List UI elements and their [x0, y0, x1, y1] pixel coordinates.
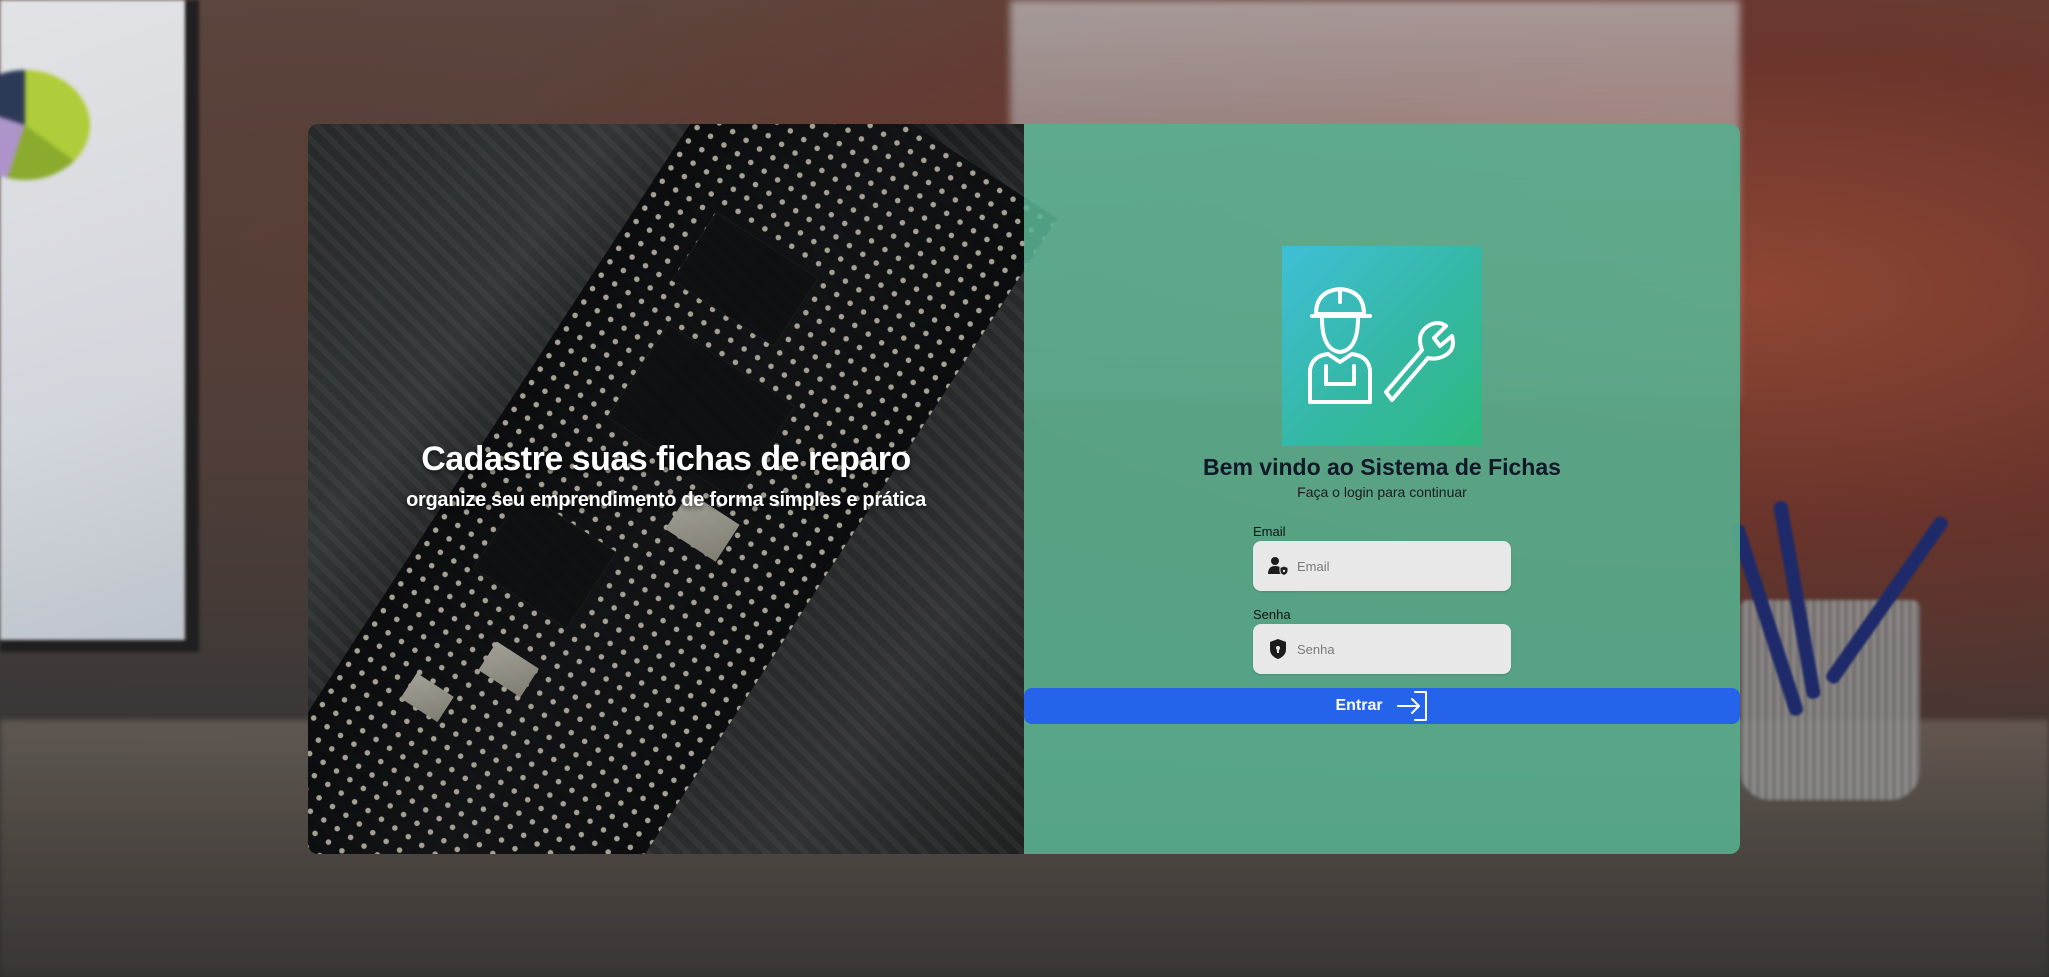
background-monitor	[0, 0, 199, 652]
email-field-wrapper[interactable]	[1253, 541, 1511, 591]
app-logo	[1282, 246, 1482, 446]
hero-panel: Cadastre suas fichas de reparo organize …	[308, 124, 1058, 854]
login-submit-label: Entrar	[1335, 697, 1383, 714]
background-pie-chart	[0, 70, 90, 180]
lock-shield-icon	[1267, 638, 1289, 660]
login-submit-button[interactable]: Entrar	[1024, 688, 1740, 724]
email-label: Email	[1253, 524, 1286, 539]
password-field-wrapper[interactable]	[1253, 624, 1511, 674]
welcome-title: Bem vindo ao Sistema de Fichas	[1203, 454, 1561, 480]
login-arrow-icon	[1395, 690, 1429, 722]
hero-subtitle: organize seu emprendimento de forma simp…	[406, 489, 926, 511]
password-input[interactable]	[1295, 640, 1499, 658]
hero-text: Cadastre suas fichas de reparo organize …	[308, 440, 1024, 512]
technician-wrench-icon	[1308, 287, 1455, 404]
login-panel: Bem vindo ao Sistema de Fichas Faça o lo…	[1024, 124, 1740, 854]
welcome-subtitle: Faça o login para continuar	[1297, 484, 1467, 500]
password-label: Senha	[1253, 607, 1291, 622]
login-card: Cadastre suas fichas de reparo organize …	[308, 124, 1740, 854]
hero-title: Cadastre suas fichas de reparo	[421, 440, 911, 478]
user-shield-icon	[1267, 555, 1289, 577]
email-input[interactable]	[1295, 557, 1499, 575]
